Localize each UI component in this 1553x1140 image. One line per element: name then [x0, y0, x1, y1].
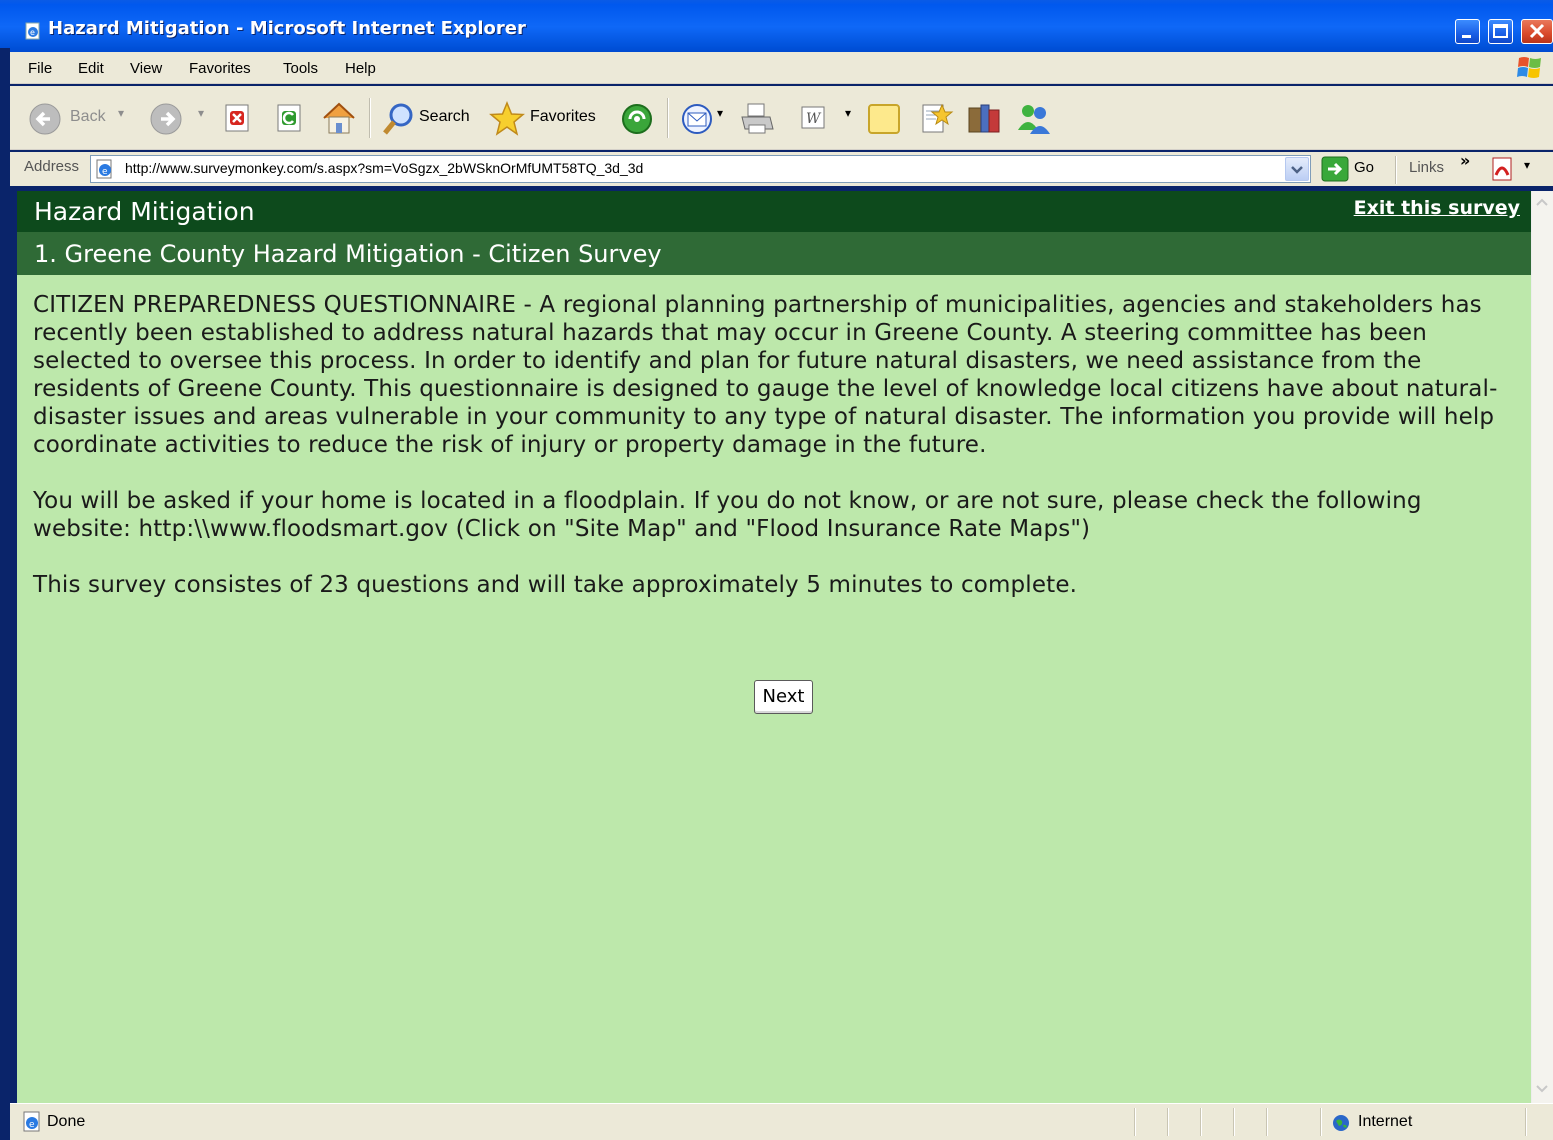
survey-intro: CITIZEN PREPAREDNESS QUESTIONNAIRE - A r… — [33, 291, 1519, 627]
status-divider — [1320, 1108, 1321, 1136]
go-button-label[interactable]: Go — [1354, 159, 1374, 176]
back-dropdown-icon[interactable]: ▾ — [118, 106, 124, 120]
refresh-icon[interactable] — [274, 102, 306, 134]
history-icon[interactable] — [966, 100, 1002, 136]
menu-edit[interactable]: Edit — [78, 60, 104, 77]
discuss-note-icon[interactable] — [866, 102, 902, 136]
floodplain-paragraph: You will be asked if your home is locate… — [33, 488, 1422, 542]
security-zone-label: Internet — [1358, 1113, 1413, 1130]
close-button[interactable] — [1521, 19, 1553, 44]
next-button[interactable]: Next — [754, 680, 813, 714]
status-divider — [1525, 1108, 1526, 1136]
links-label[interactable]: Links — [1409, 159, 1444, 176]
survey-title: Hazard Mitigation — [34, 197, 255, 226]
search-label[interactable]: Search — [419, 108, 470, 126]
chevron-down-icon — [1291, 166, 1303, 174]
status-divider — [1134, 1108, 1135, 1136]
forward-dropdown-icon[interactable]: ▾ — [198, 106, 204, 120]
svg-text:e: e — [102, 167, 108, 177]
ie-page-icon: e — [25, 22, 40, 40]
stop-icon[interactable] — [222, 102, 254, 134]
page-title: 1. Greene County Hazard Mitigation - Cit… — [34, 240, 662, 268]
media-icon[interactable] — [618, 101, 656, 137]
status-text: Done — [47, 1113, 86, 1130]
survey-header: Hazard Mitigation Exit this survey — [17, 191, 1531, 232]
minimize-button[interactable] — [1455, 19, 1480, 44]
svg-text:e: e — [29, 1120, 35, 1130]
address-url[interactable]: http://www.surveymonkey.com/s.aspx?sm=Vo… — [125, 160, 643, 176]
windows-logo-icon — [1517, 57, 1541, 78]
menu-file[interactable]: File — [28, 60, 52, 77]
messenger-icon[interactable] — [1014, 100, 1054, 138]
menu-view[interactable]: View — [130, 60, 162, 77]
close-icon — [1529, 23, 1545, 39]
toolbar-separator — [667, 98, 668, 138]
favorites-label[interactable]: Favorites — [530, 108, 596, 126]
menu-help[interactable]: Help — [345, 60, 376, 77]
status-bar — [10, 1103, 1553, 1140]
page-content: Hazard Mitigation Exit this survey 1. Gr… — [17, 191, 1531, 1103]
browser-window: e Hazard Mitigation - Microsoft Internet… — [0, 0, 1553, 1140]
maximize-icon — [1493, 24, 1508, 38]
status-divider — [1167, 1108, 1168, 1136]
ie-page-icon: e — [96, 159, 112, 179]
toolbar-separator — [1395, 156, 1396, 184]
forward-icon[interactable] — [149, 102, 185, 136]
menu-favorites[interactable]: Favorites — [189, 60, 251, 77]
scroll-down-icon[interactable] — [1533, 1079, 1551, 1097]
acrobat-pdf-icon[interactable] — [1490, 155, 1520, 183]
intro-paragraph: CITIZEN PREPAREDNESS QUESTIONNAIRE - A r… — [33, 292, 1498, 458]
back-icon[interactable] — [28, 102, 64, 136]
favorites-star-icon[interactable] — [488, 100, 526, 138]
menu-tools[interactable]: Tools — [283, 60, 318, 77]
address-dropdown-button[interactable] — [1285, 157, 1309, 181]
maximize-button[interactable] — [1488, 19, 1513, 44]
status-divider — [1233, 1108, 1234, 1136]
vertical-scrollbar[interactable] — [1531, 191, 1553, 1103]
toolbar-separator — [369, 98, 370, 138]
status-divider — [1200, 1108, 1201, 1136]
home-icon[interactable] — [320, 100, 358, 136]
internet-globe-icon — [1333, 1115, 1349, 1131]
minimize-icon — [1462, 35, 1471, 38]
research-icon[interactable] — [918, 101, 954, 137]
title-bar[interactable]: e Hazard Mitigation - Microsoft Internet… — [0, 0, 1553, 60]
ie-page-icon: e — [23, 1111, 40, 1132]
scroll-up-icon[interactable] — [1533, 194, 1551, 212]
edit-with-word-icon[interactable]: W — [800, 105, 828, 131]
mail-dropdown-icon[interactable]: ▾ — [717, 106, 723, 120]
length-paragraph: This survey consistes of 23 questions an… — [33, 572, 1078, 598]
exit-survey-link[interactable]: Exit this survey — [1354, 197, 1520, 219]
pdf-dropdown-icon[interactable]: ▾ — [1524, 158, 1530, 172]
address-label: Address — [24, 158, 80, 175]
chevron-more-icon[interactable]: » — [1460, 151, 1470, 170]
window-title: Hazard Mitigation - Microsoft Internet E… — [48, 18, 526, 39]
edit-dropdown-icon[interactable]: ▾ — [845, 106, 851, 120]
go-arrow-icon[interactable] — [1321, 156, 1349, 182]
svg-text:W: W — [806, 111, 822, 127]
print-icon[interactable] — [738, 101, 776, 137]
status-divider — [1266, 1108, 1267, 1136]
window-frame-left — [0, 48, 10, 1140]
mail-icon[interactable] — [679, 102, 717, 136]
svg-text:e: e — [30, 28, 35, 37]
search-icon[interactable] — [380, 101, 416, 137]
back-label[interactable]: Back — [70, 108, 106, 126]
page-header: 1. Greene County Hazard Mitigation - Cit… — [17, 232, 1531, 275]
